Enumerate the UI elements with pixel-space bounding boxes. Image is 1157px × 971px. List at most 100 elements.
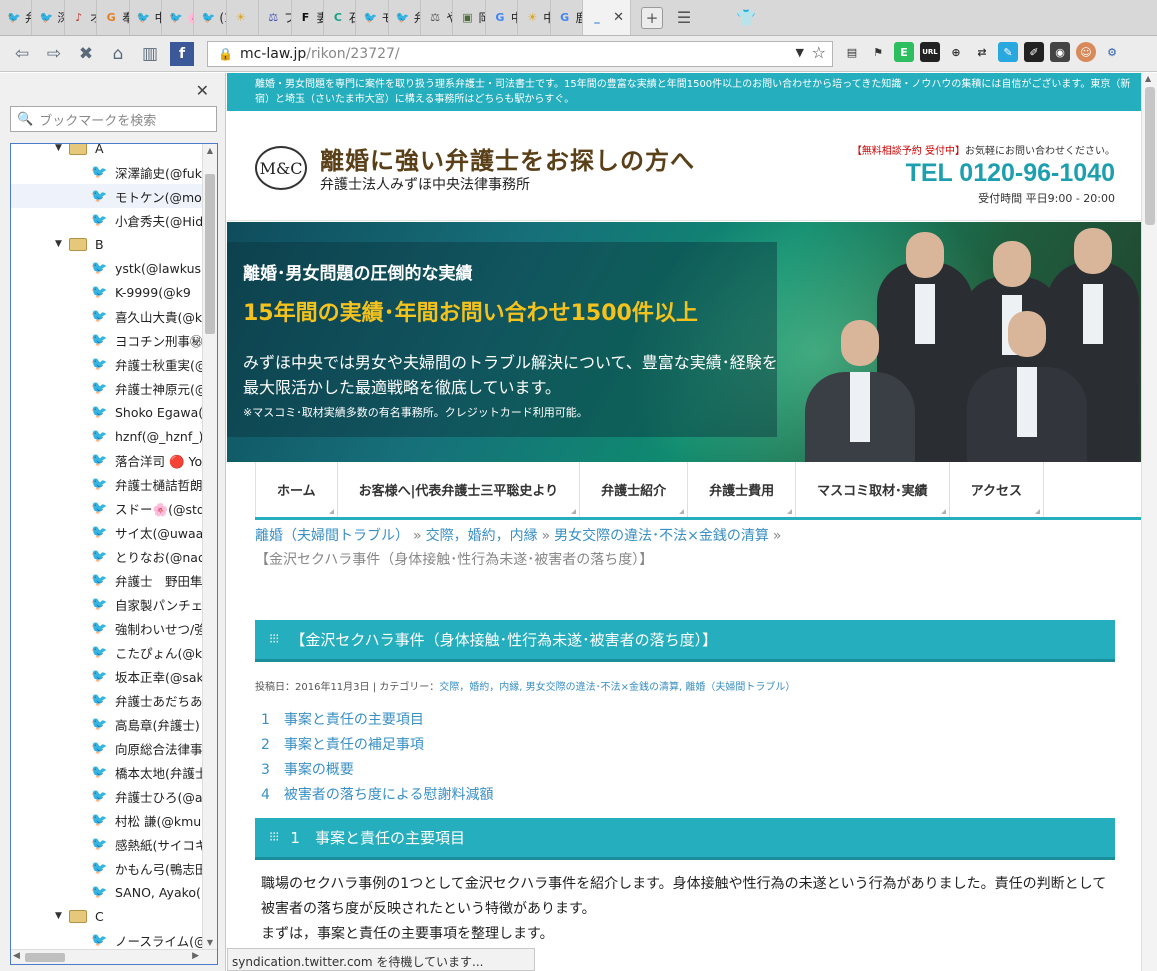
bookmark-item[interactable]: 🐦 こたぴょん(@ko	[11, 640, 203, 664]
browser-tab[interactable]: ▣ 岡弁	[453, 0, 486, 35]
browser-tab[interactable]: C 石川	[324, 0, 357, 35]
bookmark-folder[interactable]: ▼ A	[11, 144, 203, 160]
browser-tab[interactable]: G 鹿島	[551, 0, 584, 35]
page-scrollbar[interactable]: ▲	[1141, 73, 1157, 971]
bookmark-item[interactable]: 🐦 hznf(@_hznf_):	[11, 424, 203, 448]
toc-link[interactable]: 1 事案と責任の主要項目	[261, 708, 494, 733]
bookmark-item[interactable]: 🐦 弁護士 野田隼	[11, 568, 203, 592]
avatar-icon[interactable]: ☺	[1076, 42, 1096, 62]
browser-tab[interactable]: 🐦深溝	[32, 0, 65, 35]
url-dropdown-icon[interactable]: ▼	[796, 46, 804, 59]
bookmark-item[interactable]: 🐦 ystk(@lawkus)	[11, 256, 203, 280]
scroll-up-icon[interactable]: ▲	[203, 146, 217, 155]
bookmark-horizontal-scrollbar[interactable]: ◀ ▶	[11, 949, 217, 964]
bookmark-item[interactable]: 🐦 K-9999(@k9	[11, 280, 203, 304]
bookmark-item[interactable]: 🐦 落合洋司 🔴 Yoji	[11, 448, 203, 472]
expand-triangle-icon[interactable]: ▼	[55, 911, 69, 921]
bookmark-folder[interactable]: ▼ B	[11, 232, 203, 256]
bookmark-item[interactable]: 🐦 自家製パンチェッ	[11, 592, 203, 616]
browser-tab[interactable]: ☀ 中野	[518, 0, 551, 35]
expand-triangle-icon[interactable]: ▼	[55, 144, 69, 153]
browser-tab[interactable]: G 中野	[486, 0, 519, 35]
nav-item[interactable]: 弁護士費用	[688, 462, 797, 517]
bookmark-item[interactable]: 🐦 弁護士神原元(@	[11, 376, 203, 400]
toc-link[interactable]: 3 事案の概要	[261, 758, 494, 783]
bookmark-item[interactable]: 🐦 SANO, Ayako((	[11, 880, 203, 904]
bookmark-item[interactable]: 🐦 弁護士ひろ(@a	[11, 784, 203, 808]
toc-link[interactable]: 2 事案と責任の補足事項	[261, 733, 494, 758]
bookmarks-sidebar-icon[interactable]: ▥	[138, 42, 162, 66]
bookmark-item[interactable]: 🐦 坂本正幸(@sak	[11, 664, 203, 688]
browser-tab[interactable]: 🐦🌸	[162, 0, 195, 35]
evernote-icon[interactable]: E	[894, 42, 914, 62]
bookmark-item[interactable]: 🐦 弁護士秋重実(@	[11, 352, 203, 376]
bookmark-item[interactable]: 🐦 弁護士樋詰哲朗	[11, 472, 203, 496]
stop-icon[interactable]: ✖	[74, 42, 98, 66]
browser-tab[interactable]: ☀ 「大	[227, 0, 260, 35]
browser-tab[interactable]: 🐦 弁護	[0, 0, 33, 35]
post-categories-link[interactable]: 交際，婚約，内縁, 男女交際の違法･不法×金銭の清算, 離婚（夫婦間トラブル）	[439, 682, 795, 693]
bookmark-folder[interactable]: ▼ C	[11, 904, 203, 928]
phone-number[interactable]: TEL 0120-96-1040	[852, 159, 1115, 188]
browser-tab[interactable]: ⚖ やは	[421, 0, 454, 35]
page-scroll-thumb[interactable]	[1145, 87, 1155, 225]
library-icon[interactable]: ▤	[842, 42, 862, 62]
bookmark-item[interactable]: 🐦 モトケン(@moto	[11, 184, 203, 208]
scroll-thumb[interactable]	[25, 953, 65, 962]
scroll-down-icon[interactable]: ▼	[203, 938, 217, 947]
browser-tab[interactable]: ⚖ プロ	[259, 0, 292, 35]
bookmark-item[interactable]: 🐦 喜久山大貴(@k	[11, 304, 203, 328]
close-tab-icon[interactable]: ✕	[613, 10, 624, 25]
forward-arrow-icon[interactable]: ⇨	[42, 42, 66, 66]
bookmark-item[interactable]: 🐦 スドー🌸(@std	[11, 496, 203, 520]
browser-tab[interactable]: 🐦 中野	[130, 0, 162, 35]
crosshair-icon[interactable]: ⊕	[946, 42, 966, 62]
new-tab-plus-icon[interactable]: +	[641, 6, 664, 29]
bookmark-search-input[interactable]: 🔍 ブックマークを検索	[10, 106, 217, 132]
browser-tab[interactable]: 🐦(1) 弁	[194, 0, 227, 35]
breadcrumb-link[interactable]: 男女交際の違法･不法×金銭の清算	[554, 528, 769, 544]
bookmark-item[interactable]: 🐦 とりなお(@naot	[11, 544, 203, 568]
shirt-icon[interactable]: 👕	[735, 7, 757, 29]
camera-icon[interactable]: ◉	[1050, 42, 1070, 62]
site-title[interactable]: 離婚に強い弁護士をお探しの方へ	[320, 141, 695, 176]
site-logo[interactable]: M&C	[255, 146, 307, 190]
bookmark-item[interactable]: 🐦 小倉秀夫(@Hid	[11, 208, 203, 232]
bookmark-item[interactable]: 🐦 サイ太(@uwaaa	[11, 520, 203, 544]
bookmark-vertical-scrollbar[interactable]: ▲ ▼	[202, 144, 217, 949]
bookmark-item[interactable]: 🐦 弁護士あだちあ	[11, 688, 203, 712]
breadcrumb-link[interactable]: 交際，婚約，内縁	[426, 528, 538, 544]
menu-hamburger-icon[interactable]: ☰	[673, 7, 695, 29]
bookmark-item[interactable]: 🐦 Shoko Egawa((	[11, 400, 203, 424]
facebook-icon[interactable]: f	[170, 41, 194, 66]
shuffle-icon[interactable]: ⇄	[972, 42, 992, 62]
bookmark-item[interactable]: 🐦 ヨコチン刑事㊙	[11, 328, 203, 352]
nav-item[interactable]: お客様へ|代表弁護士三平聡史より	[338, 462, 581, 517]
scroll-right-icon[interactable]: ▶	[192, 951, 199, 961]
expand-triangle-icon[interactable]: ▼	[55, 239, 69, 249]
settings-gear-icon[interactable]: ⚙	[1102, 42, 1122, 62]
nav-item[interactable]: マスコミ取材･実績	[796, 462, 950, 517]
browser-tab-active[interactable]: _ ✕	[583, 0, 632, 35]
toc-link[interactable]: 4 被害者の落ち度による慰謝料減額	[261, 783, 494, 808]
browser-tab[interactable]: G 奉納	[97, 0, 130, 35]
bookmark-item[interactable]: 🐦 かもん弓(鴨志田	[11, 856, 203, 880]
nav-item[interactable]: アクセス	[950, 462, 1045, 517]
scroll-left-icon[interactable]: ◀	[13, 951, 20, 961]
scroll-thumb[interactable]	[205, 174, 215, 334]
bookmark-star-icon[interactable]: ☆	[812, 43, 826, 62]
bookmark-item[interactable]: 🐦 強制わいせつ/強	[11, 616, 203, 640]
bookmark-item[interactable]: 🐦 向原総合法律事	[11, 736, 203, 760]
browser-tab[interactable]: ♪ オレ	[65, 0, 98, 35]
bookmark-icon[interactable]: ⚑	[868, 42, 888, 62]
scroll-up-icon[interactable]: ▲	[1145, 74, 1151, 83]
bookmark-item[interactable]: 🐦 高島章(弁護士)	[11, 712, 203, 736]
nav-item[interactable]: ホーム	[255, 462, 338, 517]
url-bar[interactable]: 🔒 mc-law.jp/rikon/23727/ ▼ ☆	[207, 41, 833, 67]
back-arrow-icon[interactable]: ⇦	[10, 42, 34, 66]
home-icon[interactable]: ⌂	[106, 42, 130, 66]
browser-tab[interactable]: F 妻に	[292, 0, 324, 35]
breadcrumb-link[interactable]: 離婚（夫婦間トラブル）	[255, 528, 409, 544]
browser-tab[interactable]: 🐦 弁護	[389, 0, 422, 35]
pen-icon[interactable]: ✎	[998, 42, 1018, 62]
